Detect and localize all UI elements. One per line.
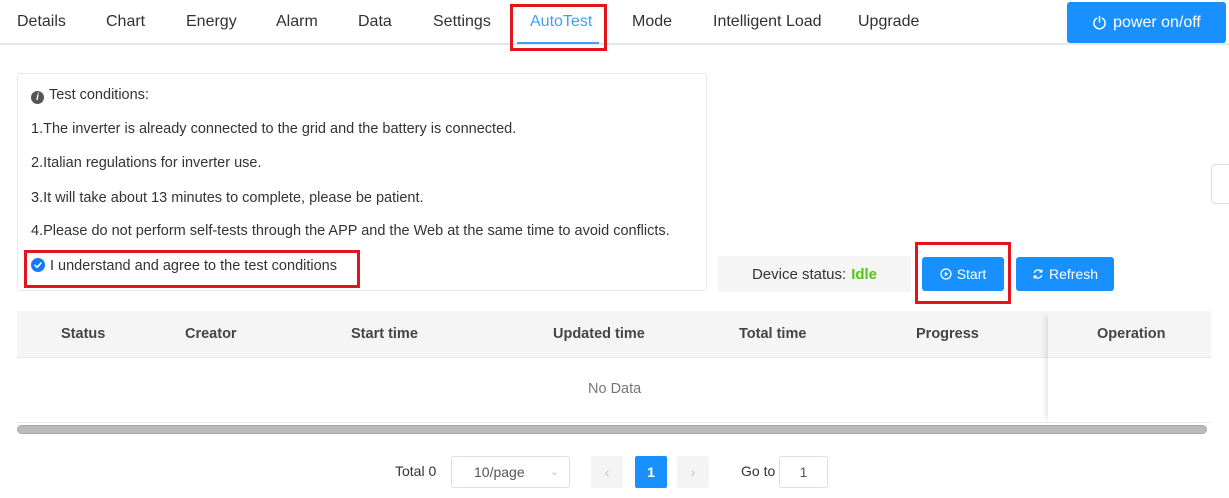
tab-energy[interactable]: Energy <box>186 13 237 31</box>
column-creator: Creator <box>185 326 237 342</box>
condition-item-4: 4.Please do not perform self-tests throu… <box>31 223 670 239</box>
refresh-icon <box>1033 269 1043 279</box>
tab-intelligent-load[interactable]: Intelligent Load <box>713 13 822 31</box>
tab-details[interactable]: Details <box>17 13 66 31</box>
tab-mode[interactable]: Mode <box>632 13 672 31</box>
tab-alarm[interactable]: Alarm <box>276 13 318 31</box>
column-start-time: Start time <box>351 326 418 342</box>
operation-column-header: Operation <box>1048 311 1211 358</box>
table-empty-text: No Data <box>588 381 642 397</box>
column-total-time: Total time <box>739 326 807 342</box>
chevron-down-icon: ⌄ <box>549 466 559 478</box>
side-drawer-tab[interactable] <box>1211 164 1229 204</box>
condition-item-3: 3.It will take about 13 minutes to compl… <box>31 190 424 206</box>
tab-bar: Details Chart Energy Alarm Data Settings… <box>0 0 1229 46</box>
condition-item-2: 2.Italian regulations for inverter use. <box>31 155 262 171</box>
table-bottom-border <box>17 422 1211 423</box>
page-size-value: 10/page <box>474 464 525 480</box>
column-progress: Progress <box>916 326 979 342</box>
device-status-value: Idle <box>851 265 878 283</box>
prev-page-button[interactable]: ‹ <box>591 456 623 488</box>
info-icon: i <box>31 91 44 104</box>
test-conditions-title: i Test conditions: <box>31 87 149 104</box>
goto-label: Go to <box>741 463 776 479</box>
power-button-label: power on/off <box>1113 13 1201 31</box>
test-conditions-title-text: Test conditions: <box>49 87 149 103</box>
column-status: Status <box>61 326 106 342</box>
goto-page-input[interactable]: 1 <box>779 456 828 488</box>
tab-settings[interactable]: Settings <box>433 13 491 31</box>
agree-highlight <box>24 250 360 288</box>
device-status: Device status: Idle <box>718 256 911 292</box>
condition-item-1: 1.The inverter is already connected to t… <box>31 121 517 137</box>
device-status-label: Device status: <box>751 265 847 283</box>
table-header: Status Creator Start time Updated time T… <box>17 311 1211 358</box>
column-operation: Operation <box>1097 326 1166 342</box>
power-on-off-button[interactable]: power on/off <box>1067 2 1226 43</box>
chevron-right-icon: › <box>690 464 696 480</box>
column-updated-time: Updated time <box>553 326 645 342</box>
refresh-button[interactable]: Refresh <box>1016 257 1114 291</box>
pagination-total: Total 0 <box>395 463 437 479</box>
tab-bar-divider <box>0 43 1229 45</box>
page-size-select[interactable]: 10/page ⌄ <box>451 456 570 488</box>
autotest-tab-highlight <box>510 4 607 51</box>
start-highlight <box>915 242 1011 304</box>
table-horizontal-scrollbar[interactable] <box>17 425 1207 434</box>
chevron-left-icon: ‹ <box>604 464 610 480</box>
next-page-button[interactable]: › <box>677 456 709 488</box>
refresh-button-label: Refresh <box>1048 266 1099 282</box>
power-icon <box>1093 15 1106 30</box>
tab-upgrade[interactable]: Upgrade <box>858 13 919 31</box>
tab-chart[interactable]: Chart <box>106 13 145 31</box>
page-number-current[interactable]: 1 <box>635 456 667 488</box>
tab-data[interactable]: Data <box>358 13 392 31</box>
